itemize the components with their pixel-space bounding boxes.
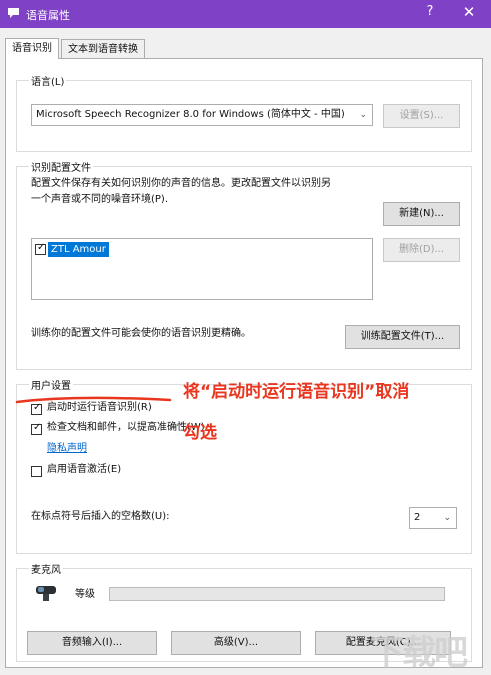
- tab-speech-recognition[interactable]: 语音识别: [5, 38, 59, 59]
- tab-panel: 语言(L) Microsoft Speech Recognizer 8.0 fo…: [5, 58, 483, 668]
- language-legend: 语言(L): [29, 73, 67, 88]
- annotation-underline: [15, 396, 172, 404]
- mic-level-label: 等级: [75, 589, 95, 600]
- spaces-count-select[interactable]: 2 ⌄: [409, 507, 457, 529]
- title-bar: 语音属性 ? ✕: [0, 0, 491, 28]
- profiles-description-line1: 配置文件保存有关如何识别你的声音的信息。更改配置文件以识别另: [31, 178, 331, 189]
- checkmark-icon: ✓: [33, 422, 42, 433]
- review-docs-checkbox[interactable]: ✓: [31, 422, 42, 435]
- tab-text-to-speech[interactable]: 文本到语音转换: [61, 39, 145, 58]
- voice-activation-checkbox[interactable]: [31, 466, 42, 477]
- chevron-down-icon: ⌄: [443, 513, 451, 523]
- language-settings-button[interactable]: 设置(S)...: [383, 104, 460, 128]
- annotation-line2: 勾选: [183, 423, 217, 443]
- profiles-legend: 识别配置文件: [29, 159, 93, 174]
- close-button[interactable]: ✕: [458, 3, 480, 21]
- profile-item-name[interactable]: ZTL Amour: [48, 242, 109, 257]
- mic-level-meter: [109, 587, 445, 601]
- watermark-logo: 下载吧: [370, 633, 468, 673]
- speech-properties-icon: [8, 8, 19, 18]
- voice-activation-label[interactable]: 启用语音激活(E): [47, 462, 121, 478]
- review-docs-label[interactable]: 检查文档和邮件，以提高准确性(W): [47, 420, 205, 436]
- advanced-button[interactable]: 高级(V)...: [171, 631, 301, 655]
- checkmark-icon: ✓: [37, 242, 46, 253]
- profiles-group: 识别配置文件 配置文件保存有关如何识别你的声音的信息。更改配置文件以识别另 一个…: [16, 159, 472, 370]
- language-group: 语言(L) Microsoft Speech Recognizer 8.0 fo…: [16, 73, 472, 152]
- profile-list[interactable]: ✓ ZTL Amour: [31, 238, 373, 300]
- profile-checkbox[interactable]: ✓: [35, 242, 46, 255]
- profiles-description-line2: 一个声音或不同的噪音环境(P).: [31, 194, 169, 205]
- chevron-down-icon: ⌄: [359, 110, 367, 120]
- new-profile-button[interactable]: 新建(N)...: [383, 202, 460, 226]
- dialog-body: 语音识别 文本到语音转换 语言(L) Microsoft Speech Reco…: [0, 28, 491, 675]
- window-title: 语音属性: [26, 9, 70, 22]
- language-select[interactable]: Microsoft Speech Recognizer 8.0 for Wind…: [31, 104, 373, 126]
- user-settings-group: 用户设置 ✓ 启动时运行语音识别(R) ✓ 检查文档和邮件，以提高准确性(W) …: [16, 377, 472, 554]
- train-description: 训练你的配置文件可能会使你的语音识别更精确。: [31, 328, 251, 339]
- microphone-legend: 麦克风: [29, 561, 63, 576]
- privacy-statement-link[interactable]: 隐私声明: [47, 441, 87, 457]
- help-button[interactable]: ?: [420, 4, 440, 19]
- delete-profile-button[interactable]: 删除(D)...: [383, 238, 460, 262]
- spaces-after-punctuation-label: 在标点符号后插入的空格数(U):: [31, 511, 170, 522]
- train-profile-button[interactable]: 训练配置文件(T)...: [345, 325, 460, 349]
- audio-input-button[interactable]: 音频输入(I)...: [27, 631, 157, 655]
- annotation-line1: 将“启动时运行语音识别”取消: [183, 382, 410, 402]
- microphone-icon: [36, 586, 56, 601]
- user-settings-legend: 用户设置: [29, 377, 73, 392]
- language-select-value: Microsoft Speech Recognizer 8.0 for Wind…: [36, 109, 345, 120]
- spaces-count-value: 2: [414, 512, 421, 523]
